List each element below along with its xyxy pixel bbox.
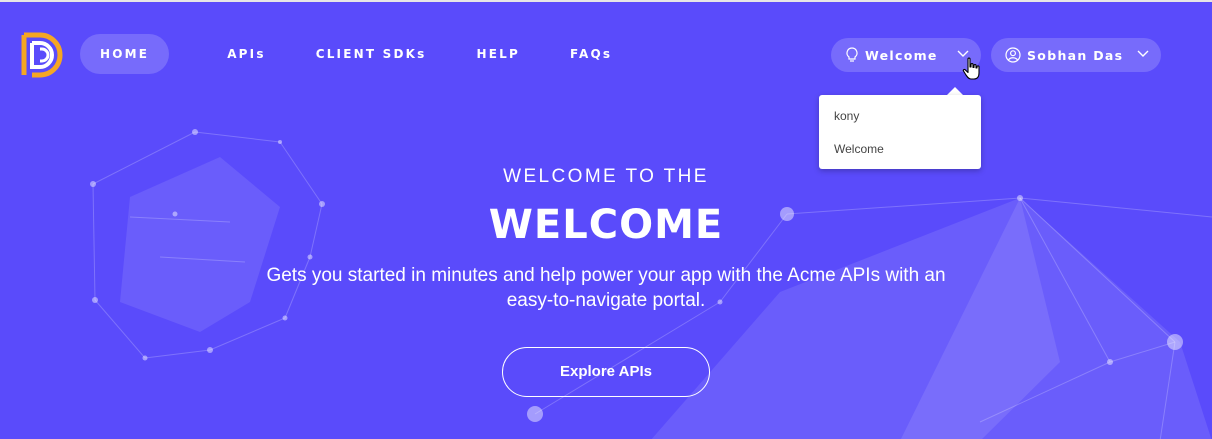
workspace-dropdown: kony Welcome bbox=[819, 95, 981, 169]
workspace-selector[interactable]: Welcome bbox=[831, 38, 981, 72]
nav-item-apis[interactable]: APIs bbox=[227, 34, 266, 74]
nav-item-help[interactable]: HELP bbox=[476, 34, 519, 74]
portal-page: HOME APIs CLIENT SDKs HELP FAQs Welcome … bbox=[0, 0, 1212, 439]
hero-description: Gets you started in minutes and help pow… bbox=[266, 265, 946, 311]
user-menu[interactable]: Sobhan Das bbox=[991, 38, 1161, 72]
workspace-option-kony[interactable]: kony bbox=[834, 109, 859, 123]
hand-cursor-icon bbox=[962, 57, 980, 80]
explore-apis-button[interactable]: Explore APIs bbox=[502, 347, 710, 397]
user-icon bbox=[1005, 47, 1021, 63]
chevron-down-icon bbox=[1137, 50, 1149, 57]
logo-icon[interactable] bbox=[18, 29, 70, 81]
hero-title: WELCOME bbox=[488, 202, 724, 248]
nav-item-faqs[interactable]: FAQs bbox=[570, 34, 612, 74]
user-name: Sobhan Das bbox=[1027, 47, 1124, 63]
workspace-label: Welcome bbox=[865, 47, 938, 63]
lightbulb-icon bbox=[846, 47, 858, 62]
nav-item-client-sdks[interactable]: CLIENT SDKs bbox=[316, 34, 427, 74]
main-nav: HOME APIs CLIENT SDKs HELP FAQs bbox=[80, 34, 612, 74]
nav-item-home[interactable]: HOME bbox=[80, 34, 170, 74]
workspace-option-welcome[interactable]: Welcome bbox=[834, 142, 884, 156]
hero-subtitle: WELCOME TO THE bbox=[503, 166, 709, 187]
